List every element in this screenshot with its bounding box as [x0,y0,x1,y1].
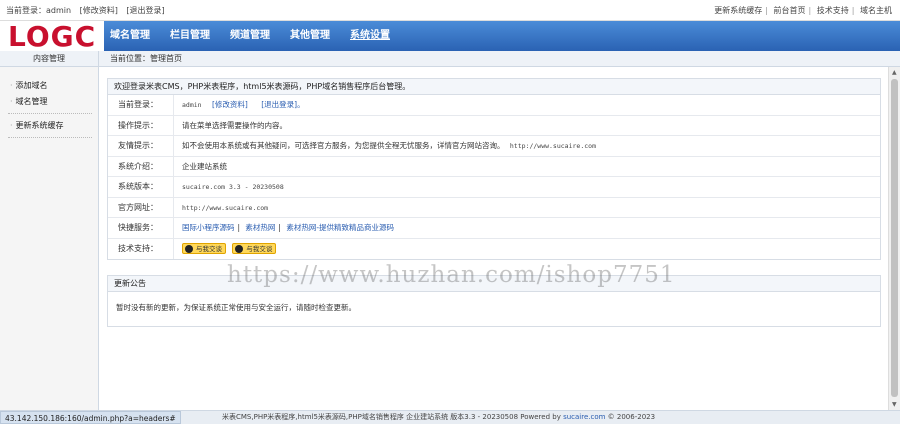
header: LOGC 域名管理 栏目管理 频道管理 其他管理 系统设置 [0,20,900,53]
scroll-down-icon[interactable]: ▼ [892,401,897,408]
qq-icon [185,245,193,253]
tip-text: 请在菜单选择需要操作的内容。 [182,120,287,130]
frontend-home-link[interactable]: 前台首页 [774,6,806,15]
sidebar-item-update-cache[interactable]: · 更新系统缓存 [10,120,64,131]
nav-system-settings[interactable]: 系统设置 [350,21,390,51]
domain-host-link[interactable]: 域名主机 [860,6,892,15]
sidebar: · 添加域名 · 域名管理 · 更新系统缓存 [0,67,99,410]
footer: 43.142.150.186:160/admin.php?a=headers# … [0,410,900,424]
row-current-login: 当前登录： admin [修改资料] [退出登录]。 [108,95,880,116]
row-friendly: 友情提示： 如不会使用本系统或有其他疑问，可选择官方服务，为您提供全程无忧服务，… [108,136,880,157]
quick-link-sucai-source[interactable]: 素材热网-提供精致精品商业源码 [286,223,394,232]
official-site-link[interactable]: http://www.sucaire.com [510,142,596,150]
notice-body: 暂时没有新的更新，为保证系统正常使用与安全运行，请随时检查更新。 [116,303,356,312]
login-user: admin [182,101,202,109]
website-link[interactable]: http://www.sucaire.com [182,204,268,212]
watermark: https://www.huzhan.com/ishop7751 [227,262,676,288]
main-scrollbar[interactable]: ▲ ▼ [888,67,900,410]
scroll-thumb[interactable] [891,79,898,397]
login-info: 当前登录：admin [修改资料] [退出登录] [6,5,171,16]
quick-link-sucai[interactable]: 素材热网 [245,223,275,232]
logout-link[interactable]: [退出登录]。 [261,100,304,109]
intro-text: 企业建站系统 [182,161,227,171]
main-content: 欢迎登录米表CMS，PHP米表程序，html5米表源码，PHP域名销售程序后台管… [99,67,888,410]
sidebar-divider [8,113,92,114]
row-intro: 系统介绍： 企业建站系统 [108,156,880,177]
row-website: 官方网址： http://www.sucaire.com [108,197,880,218]
version-text: sucaire.com 3.3 - 20230508 [182,183,284,191]
breadcrumb: 当前位置：管理首页 [110,54,182,63]
logo: LOGC [0,20,104,53]
brand-link[interactable]: sucaire.com [563,413,605,421]
sidebar-item-add-domain[interactable]: · 添加域名 [10,80,48,91]
row-quick: 快捷服务： 国际小程序源码 | 素材热网 | 素材热网-提供精致精品商业源码 [108,218,880,239]
row-support: 技术支持： 与我交谈 与我交谈 [108,238,880,259]
edit-profile-link[interactable]: [修改资料] [80,6,118,15]
bullet-icon: · [10,121,13,130]
update-cache-link[interactable]: 更新系统缓存 [714,6,762,15]
row-tip: 操作提示： 请在菜单选择需要操作的内容。 [108,115,880,136]
qq-chat-button[interactable]: 与我交谈 [182,243,226,254]
copyright: 米表CMS,PHP米表程序,html5米表源码,PHP域名销售程序 企业建站系统… [222,413,656,421]
quick-link-miniprogram[interactable]: 国际小程序源码 [182,223,235,232]
top-bar: 当前登录：admin [修改资料] [退出登录] 更新系统缓存 | 前台首页 | 技… [0,0,900,21]
qq-icon [235,245,244,253]
welcome-title: 欢迎登录米表CMS，PHP米表程序，html5米表源码，PHP域名销售程序后台管… [108,79,880,95]
row-version: 系统版本： sucaire.com 3.3 - 20230508 [108,177,880,198]
qq-chat-button[interactable]: 与我交谈 [232,243,277,254]
sidebar-title: 内容管理 [0,51,99,67]
bullet-icon: · [10,97,13,106]
logout-link[interactable]: [退出登录] [126,6,164,15]
bullet-icon: · [10,81,13,90]
sidebar-divider [8,137,92,138]
welcome-panel: 欢迎登录米表CMS，PHP米表程序，html5米表源码，PHP域名销售程序后台管… [107,78,881,260]
status-url: 43.142.150.186:160/admin.php?a=headers# [0,411,181,424]
nav-column-manage[interactable]: 栏目管理 [170,21,210,51]
nav-domain-manage[interactable]: 域名管理 [110,21,150,51]
sub-bar: 内容管理 当前位置：管理首页 [0,51,900,67]
top-links: 更新系统缓存 | 前台首页 | 技术支持 | 域名主机 [714,6,892,15]
nav-other-manage[interactable]: 其他管理 [290,21,330,51]
scroll-up-icon[interactable]: ▲ [892,69,897,76]
nav-channel-manage[interactable]: 频道管理 [230,21,270,51]
edit-profile-link[interactable]: [修改资料] [212,100,248,109]
sidebar-item-domain-manage[interactable]: · 域名管理 [10,96,48,107]
current-login-text: 当前登录：admin [6,6,72,15]
main-nav: 域名管理 栏目管理 频道管理 其他管理 系统设置 [110,21,410,51]
friendly-text: 如不会使用本系统或有其他疑问，可选择官方服务，为您提供全程无忧服务，详情官方网站… [182,141,505,150]
tech-support-link[interactable]: 技术支持 [817,6,849,15]
